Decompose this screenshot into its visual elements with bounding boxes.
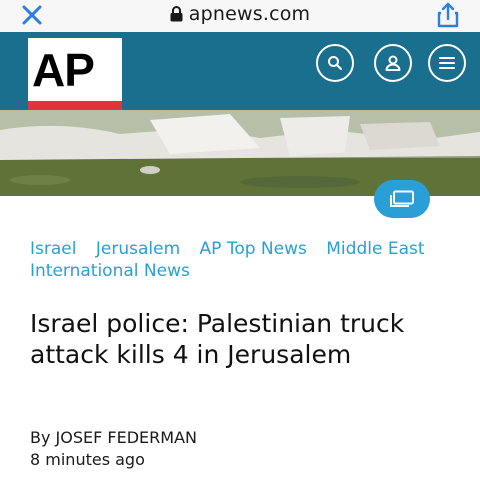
- site-header: AP: [0, 32, 480, 110]
- tag-link[interactable]: Jerusalem: [96, 239, 180, 259]
- tag-link[interactable]: International News: [30, 261, 190, 281]
- share-button[interactable]: [434, 1, 462, 29]
- browser-toolbar: apnews.com: [0, 0, 480, 32]
- tag-link[interactable]: Middle East: [326, 239, 424, 259]
- search-button[interactable]: [316, 44, 354, 82]
- gallery-icon: [390, 190, 414, 207]
- article-headline: Israel police: Palestinian truck attack …: [30, 309, 405, 369]
- tag-link[interactable]: AP Top News: [200, 239, 307, 259]
- logo-text: AP: [32, 44, 95, 96]
- article-tags: Israel Jerusalem AP Top News Middle East…: [30, 238, 460, 282]
- article-byline[interactable]: By JOSEF FEDERMAN: [30, 428, 197, 448]
- account-button[interactable]: [374, 44, 412, 82]
- ap-logo[interactable]: AP: [28, 38, 122, 110]
- lock-icon: [170, 6, 183, 22]
- gallery-button[interactable]: [374, 180, 430, 218]
- logo-accent-bar: [28, 101, 122, 110]
- article-timestamp: 8 minutes ago: [30, 450, 145, 469]
- address-bar[interactable]: apnews.com: [0, 2, 480, 26]
- tag-link[interactable]: Israel: [30, 239, 76, 259]
- menu-icon: [439, 57, 455, 69]
- menu-button[interactable]: [428, 44, 466, 82]
- url-text: apnews.com: [188, 3, 311, 25]
- user-icon: [385, 55, 401, 71]
- share-icon: [437, 2, 459, 28]
- search-icon: [328, 56, 342, 70]
